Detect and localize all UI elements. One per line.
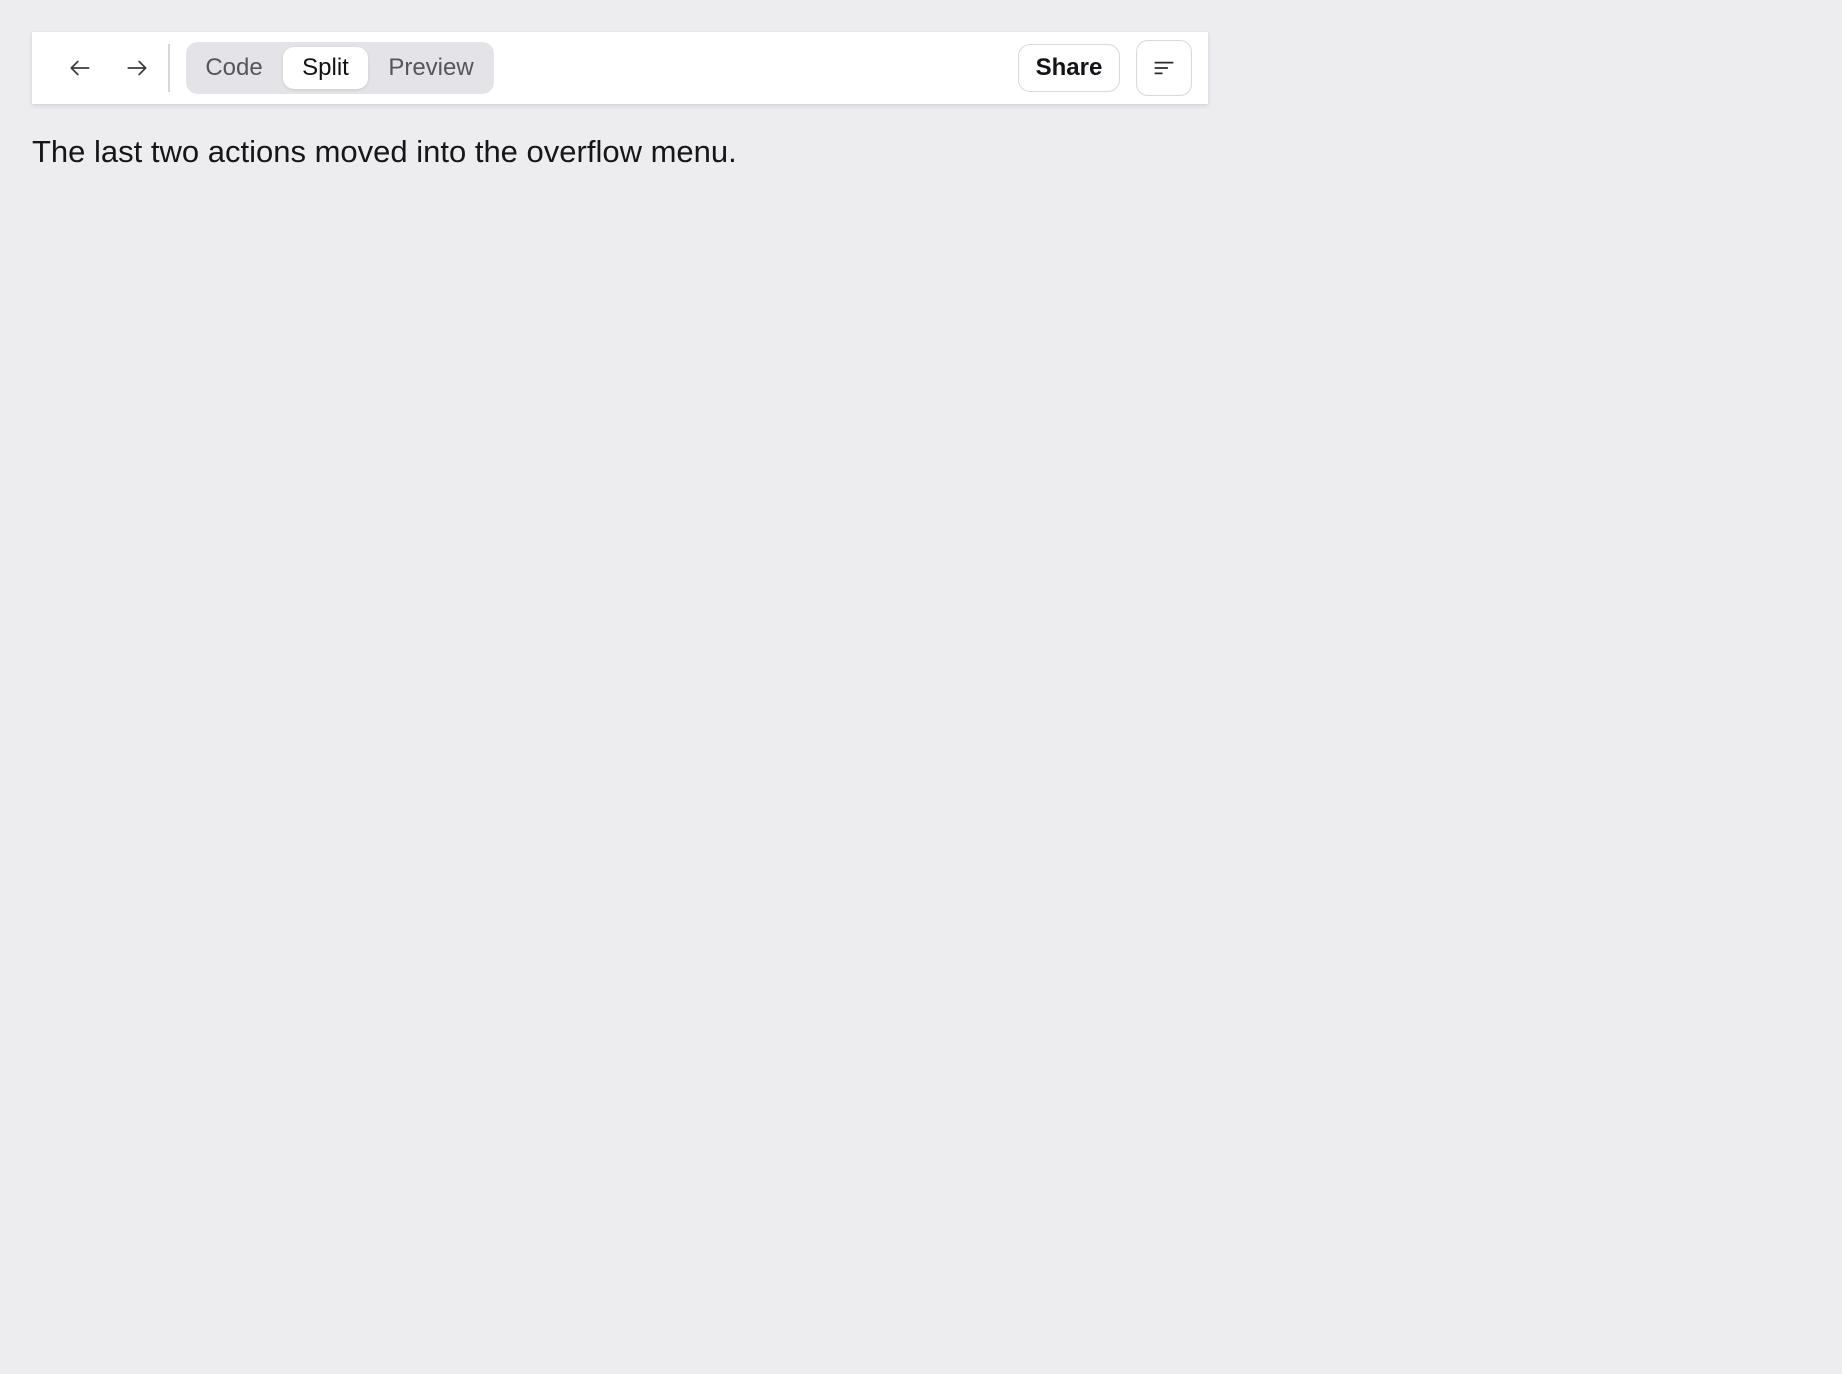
tab-preview[interactable]: Preview <box>373 47 489 89</box>
tab-split[interactable]: Split <box>283 47 368 89</box>
view-mode-switcher: Code Split Preview <box>186 42 494 94</box>
status-message: The last two actions moved into the over… <box>32 134 737 169</box>
menu-lines-icon <box>1154 61 1174 75</box>
toolbar: Code Split Preview Share <box>32 32 1208 104</box>
overflow-menu-button[interactable] <box>1136 40 1192 96</box>
toolbar-divider <box>168 44 170 92</box>
share-button[interactable]: Share <box>1018 44 1120 92</box>
arrow-left-icon <box>70 60 90 76</box>
back-button[interactable] <box>58 46 102 90</box>
forward-button[interactable] <box>115 46 159 90</box>
arrow-right-icon <box>127 60 147 76</box>
tab-code[interactable]: Code <box>190 47 278 89</box>
